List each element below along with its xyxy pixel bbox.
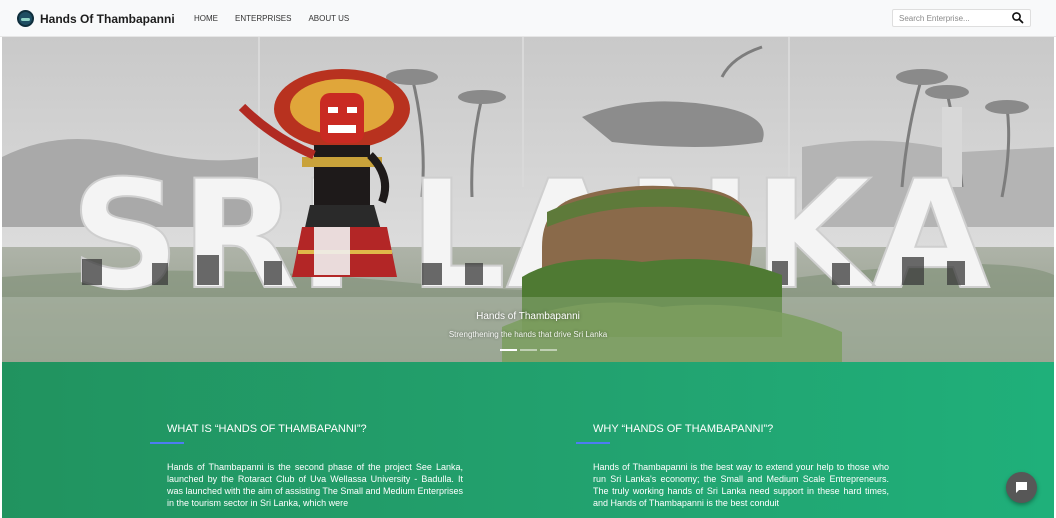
why-text: Hands of Thambapanni is the best way to … <box>593 462 889 508</box>
why-heading: WHY “HANDS OF THAMBAPANNI”? <box>593 423 774 435</box>
hero-caption-title: Hands of Thambapanni <box>476 311 580 322</box>
brand-name: Hands Of Thambapanni <box>40 11 175 26</box>
search-button[interactable] <box>1011 11 1027 26</box>
nav-link-enterprises[interactable]: ENTERPRISES <box>235 14 291 23</box>
nav-link-home[interactable]: HOME <box>194 14 218 23</box>
carousel-indicator[interactable] <box>520 349 537 351</box>
navbar: Hands Of Thambapanni HOME ENTERPRISES AB… <box>0 0 1056 37</box>
heading-underline <box>150 442 184 444</box>
chat-button[interactable] <box>1006 472 1037 503</box>
nav-links: HOME ENTERPRISES ABOUT US <box>194 14 366 23</box>
carousel-indicators <box>500 349 560 351</box>
chat-icon <box>1016 482 1027 493</box>
nav-link-about-us[interactable]: ABOUT US <box>308 14 349 23</box>
hero-caption-subtitle: Strengthening the hands that drive Sri L… <box>448 330 608 339</box>
what-is-text: Hands of Thambapanni is the second phase… <box>167 462 463 508</box>
info-section: WHAT IS “HANDS OF THAMBAPANNI”? Hands of… <box>2 362 1054 518</box>
carousel-indicator[interactable] <box>540 349 557 351</box>
brand[interactable]: Hands Of Thambapanni <box>17 10 175 27</box>
what-is-heading: WHAT IS “HANDS OF THAMBAPANNI”? <box>167 423 367 435</box>
heading-underline <box>576 442 610 444</box>
carousel-indicator[interactable] <box>500 349 517 351</box>
search-input[interactable] <box>893 10 1005 26</box>
brand-logo-icon <box>17 10 34 27</box>
search-box <box>892 9 1031 27</box>
hero-carousel[interactable]: SRI LANKA Hands of Thambapanni Strengthe… <box>2 37 1054 362</box>
search-icon <box>1012 12 1024 24</box>
